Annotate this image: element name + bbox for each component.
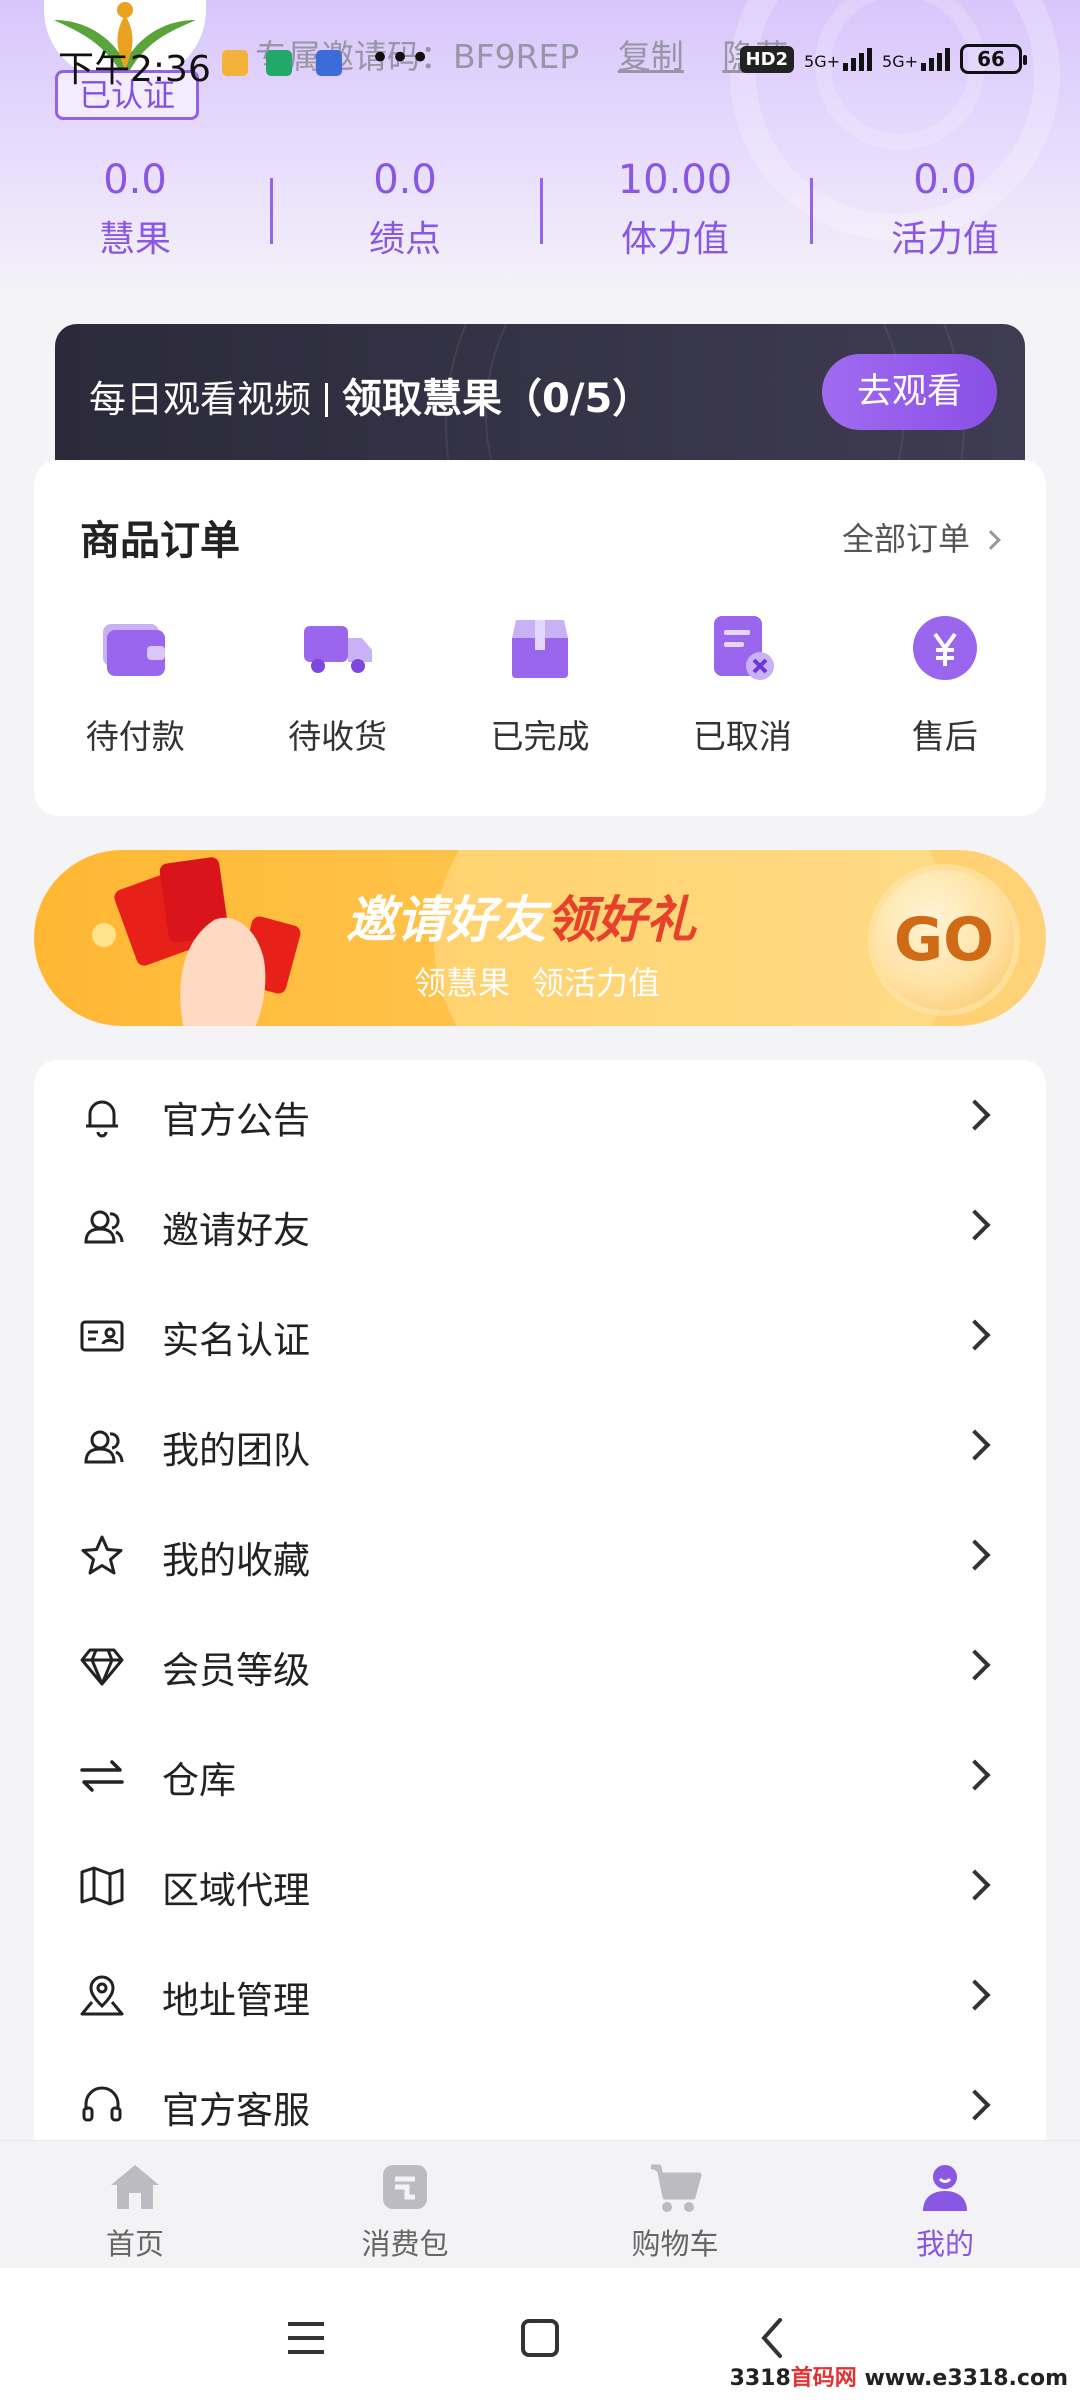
chevron-right-icon [959,1869,991,1901]
tab-home[interactable]: 首页 [0,2141,270,2268]
chevron-right-icon [959,1759,991,1791]
stat-label: 慧果 [98,219,171,260]
site-watermark: 3318首码网 www.e3318.com [729,2366,1068,2391]
stat-label: 体力值 [620,219,729,260]
stat-jidian[interactable]: 0.0 绩点 [270,150,540,280]
chevron-right-icon [959,1099,991,1131]
tab-cart[interactable]: 购物车 [540,2141,810,2268]
stats-row: 0.0 慧果 0.0 绩点 10.00 体力值 0.0 活力值 [0,150,1080,280]
more-notifications-icon: ••• [370,38,431,78]
go-button[interactable]: GO [874,870,1014,1010]
bottom-tab-bar: 首页 消费包 购物车 我的 [0,2140,1080,2268]
app-notification-icon [316,50,342,76]
red-envelope-hand-icon [92,857,301,1026]
folder-notification-icon [222,50,248,76]
orders-title: 商品订单 [80,518,240,564]
tab-mine[interactable]: 我的 [810,2141,1080,2268]
menu-item-address[interactable]: 地址管理 [34,1940,1046,2050]
video-banner-text: 每日观看视频 领取慧果（0/5） [89,376,653,422]
chevron-right-icon [959,1979,991,2011]
stat-huiguo[interactable]: 0.0 慧果 [0,150,270,280]
menu-item-favorites[interactable]: 我的收藏 [34,1500,1046,1610]
user-icon [923,2165,967,2211]
chevron-right-icon [959,1209,991,1241]
star-icon [81,1535,123,1575]
signal-icon: 5G+ [804,47,873,71]
stat-value: 0.0 [373,157,437,203]
hd-icon: HD2 [739,45,795,73]
wallet-tab-icon [383,2165,427,2209]
wallet-icon [103,624,166,676]
invite-banner-subtitle: 领慧果 领活力值 [414,964,661,1002]
stat-value: 0.0 [103,157,167,203]
orders-card: 商品订单 全部订单 待付款 待收货 已完成 已取消 售后 [34,460,1046,816]
invite-friends-banner[interactable]: 邀请好友领好礼 领慧果 领活力值 GO [34,850,1046,1026]
stat-label: 绩点 [368,219,441,260]
team-icon [84,1430,124,1464]
stat-tili[interactable]: 10.00 体力值 [540,150,810,280]
watch-video-button[interactable]: 去观看 [822,354,997,430]
box-icon [512,620,569,678]
battery-icon: 66 [960,44,1027,74]
daily-video-banner: 每日观看视频 领取慧果（0/5） 去观看 [55,324,1025,464]
system-nav-bar: 3318首码网 www.e3318.com [0,2268,1080,2400]
back-icon[interactable] [744,2308,804,2368]
users-icon [84,1210,124,1244]
truck-icon [303,626,372,673]
diamond-icon [80,1648,124,1686]
map-icon [80,1866,124,1906]
bell-icon [86,1100,118,1138]
headset-icon [82,2086,122,2122]
menu-item-regional-agent[interactable]: 区域代理 [34,1830,1046,1940]
stat-huoli[interactable]: 0.0 活力值 [810,150,1080,280]
location-icon [80,1975,124,2016]
cancel-doc-icon [714,616,775,680]
stat-label: 活力值 [890,219,999,260]
order-cancelled[interactable]: 已取消 [641,610,843,758]
chevron-right-icon [981,530,1001,550]
home-icon [111,2165,159,2209]
all-orders-link[interactable]: 全部订单 [842,514,1001,560]
home-nav-icon[interactable] [510,2308,570,2368]
chevron-right-icon [959,1429,991,1461]
stat-value: 0.0 [913,157,977,203]
id-card-icon [80,1320,124,1352]
download-notification-icon [266,50,292,76]
order-pending-receipt[interactable]: 待收货 [236,610,438,758]
order-after-sales[interactable]: 售后 [844,610,1046,758]
menu-item-membership[interactable]: 会员等级 [34,1610,1046,1720]
menu-item-invite[interactable]: 邀请好友 [34,1170,1046,1280]
chevron-right-icon [959,2089,991,2121]
status-bar: 下午2:36 ••• HD2 5G+ 5G+ 66 [0,38,1080,90]
invite-banner-title: 邀请好友领好礼 [346,891,696,949]
chevron-right-icon [959,1649,991,1681]
chevron-right-icon [959,1319,991,1351]
order-pending-payment[interactable]: 待付款 [34,610,236,758]
transfer-icon [80,1760,124,1792]
menu-list: 官方公告 邀请好友 实名认证 我的团队 我的收藏 会员等级 仓库 区域代理 地址 [34,1060,1046,2160]
cart-icon [651,2164,702,2212]
menu-item-realname[interactable]: 实名认证 [34,1280,1046,1390]
order-completed[interactable]: 已完成 [439,610,641,758]
yen-icon [912,616,977,680]
status-time: 下午2:36 [58,49,211,90]
menu-item-team[interactable]: 我的团队 [34,1390,1046,1500]
menu-item-announcement[interactable]: 官方公告 [34,1060,1046,1170]
chevron-right-icon [959,1539,991,1571]
signal-icon: 5G+ [882,47,950,71]
stat-value: 10.00 [617,157,733,203]
menu-icon[interactable] [276,2308,336,2368]
tab-consumption-pack[interactable]: 消费包 [270,2141,540,2268]
menu-item-warehouse[interactable]: 仓库 [34,1720,1046,1830]
